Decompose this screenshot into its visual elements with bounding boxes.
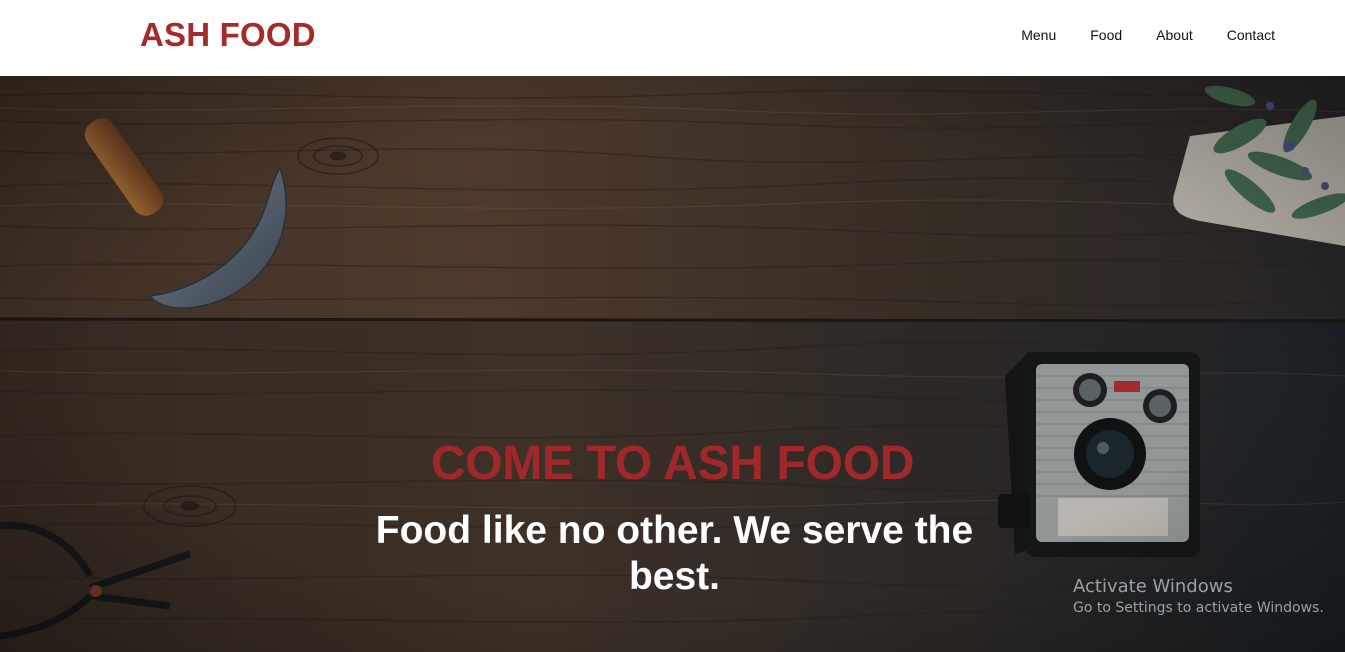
hero-heading: COME TO ASH FOOD [430,437,915,490]
watermark-title: Activate Windows [1073,576,1233,597]
nav-link-food[interactable]: Food [1090,27,1122,43]
navbar: ASH FOOD Menu Food About Contact [0,0,1345,76]
hero-tagline: Food like no other. We serve the best. [375,509,974,598]
activate-windows-watermark: Activate Windows Go to Settings to activ… [1073,576,1324,616]
hero-section: COME TO ASH FOOD Food like no other. We … [0,76,1345,652]
nav-link-menu[interactable]: Menu [1021,27,1056,43]
nav-links: Menu Food About Contact [987,27,1275,43]
watermark-subtitle: Go to Settings to activate Windows. [1073,600,1324,616]
brand-logo[interactable]: ASH FOOD [140,16,316,54]
nav-link-about[interactable]: About [1156,27,1193,43]
nav-link-contact[interactable]: Contact [1227,27,1275,43]
